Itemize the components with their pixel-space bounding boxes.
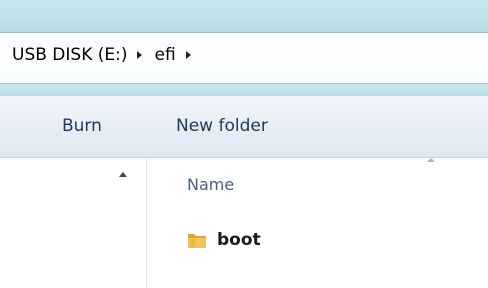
- folder-icon: [186, 229, 208, 251]
- list-item[interactable]: boot: [186, 226, 261, 254]
- breadcrumb-chevron-right-icon[interactable]: [137, 51, 143, 59]
- command-toolbar: Burn New folder: [0, 96, 488, 158]
- column-header-name[interactable]: Name: [187, 175, 234, 194]
- breadcrumb-usb-disk[interactable]: USB DISK (E:): [10, 45, 129, 65]
- breadcrumb-chevron-right-icon[interactable]: [185, 51, 191, 59]
- address-bar-separator: [0, 84, 488, 96]
- burn-button[interactable]: Burn: [62, 116, 102, 136]
- new-folder-button[interactable]: New folder: [176, 116, 268, 136]
- breadcrumb: USB DISK (E:) efi: [10, 45, 201, 65]
- window-title-bar: [0, 0, 488, 32]
- scroll-up-arrow-icon[interactable]: [119, 172, 127, 177]
- breadcrumb-efi[interactable]: efi: [152, 45, 177, 65]
- sort-ascending-icon: [427, 158, 435, 162]
- navigation-pane[interactable]: [0, 158, 147, 288]
- address-bar[interactable]: USB DISK (E:) efi: [0, 32, 488, 84]
- file-name: boot: [217, 230, 261, 250]
